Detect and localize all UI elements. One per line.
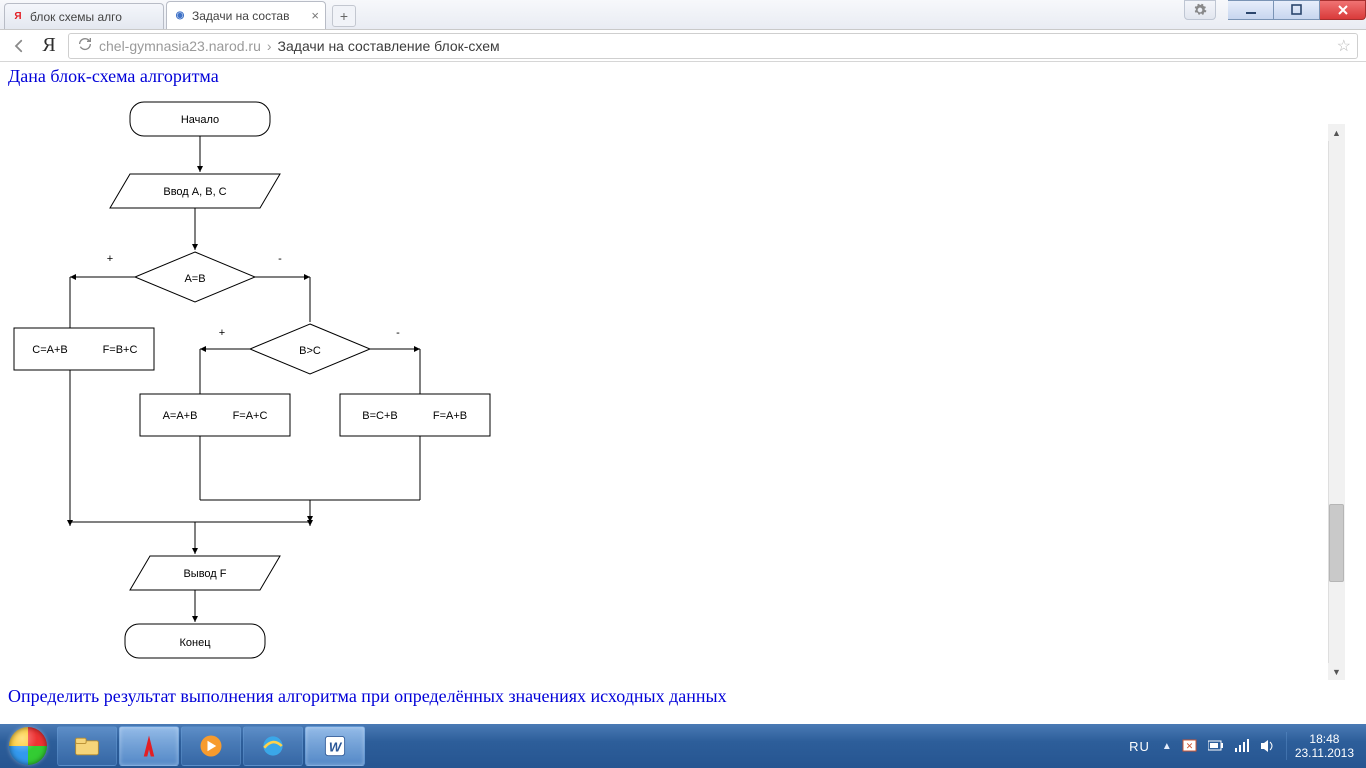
svg-text:-: -	[278, 253, 282, 265]
maximize-button[interactable]	[1274, 0, 1320, 20]
scrollbar-thumb[interactable]	[1329, 504, 1344, 582]
url-title: Задачи на составление блок-схем	[278, 38, 500, 54]
svg-text:-: -	[396, 327, 400, 339]
window-close-button[interactable]	[1320, 0, 1366, 20]
new-tab-button[interactable]: +	[332, 5, 356, 27]
settings-button[interactable]	[1184, 0, 1216, 20]
taskbar-media-player[interactable]	[181, 726, 241, 766]
minimize-button[interactable]	[1228, 0, 1274, 20]
address-bar: Я chel-gymnasia23.narod.ru › Задачи на с…	[0, 30, 1366, 62]
tray-overflow-icon[interactable]: ▲	[1162, 741, 1172, 752]
svg-text:C=A+B: C=A+B	[32, 344, 67, 356]
page-heading-2: Определить результат выполнения алгоритм…	[0, 682, 735, 711]
yandex-home-button[interactable]: Я	[38, 34, 60, 57]
tab-title: блок схемы алго	[30, 10, 157, 24]
svg-text:Начало: Начало	[181, 114, 219, 126]
bookmark-star-icon[interactable]: ☆	[1337, 36, 1351, 56]
tab-title: Задачи на состав	[192, 9, 306, 23]
svg-text:F=A+B: F=A+B	[433, 410, 467, 422]
system-tray: RU ▲ ✕ 18:48 23.11.2013	[1125, 724, 1366, 768]
reload-icon[interactable]	[77, 36, 93, 55]
page-viewport: Дана блок-схема алгоритма Начало Ввод A,…	[0, 62, 1345, 724]
network-icon[interactable]	[1234, 738, 1250, 754]
action-center-icon[interactable]: ✕	[1182, 738, 1198, 754]
taskbar-internet-explorer[interactable]	[243, 726, 303, 766]
taskbar-explorer[interactable]	[57, 726, 117, 766]
vertical-scrollbar[interactable]: ▲ ▼	[1328, 124, 1345, 680]
taskbar-yandex-browser[interactable]	[119, 726, 179, 766]
svg-text:F=B+C: F=B+C	[103, 344, 138, 356]
svg-text:Вывод F: Вывод F	[183, 568, 226, 580]
svg-text:+: +	[219, 327, 225, 339]
svg-text:✕: ✕	[1186, 741, 1194, 751]
address-field[interactable]: chel-gymnasia23.narod.ru › Задачи на сос…	[68, 33, 1358, 59]
tab-inactive-0[interactable]: Я блок схемы алго	[4, 3, 164, 29]
svg-text:B>C: B>C	[299, 345, 321, 357]
favicon-page: ◉	[173, 9, 187, 23]
breadcrumb-separator: ›	[267, 38, 272, 54]
back-button[interactable]	[8, 35, 30, 57]
scroll-down-icon[interactable]: ▼	[1328, 663, 1345, 680]
svg-text:A=A+B: A=A+B	[163, 410, 198, 422]
clock-date: 23.11.2013	[1295, 746, 1354, 760]
windows-taskbar: W RU ▲ ✕ 18:48 23.11.2013	[0, 724, 1366, 768]
taskbar-clock[interactable]: 18:48 23.11.2013	[1286, 732, 1362, 760]
svg-text:Ввод A, B, C: Ввод A, B, C	[163, 186, 226, 198]
svg-text:Конец: Конец	[179, 637, 211, 649]
battery-icon[interactable]	[1208, 738, 1224, 754]
svg-text:F=A+C: F=A+C	[233, 410, 268, 422]
browser-tabstrip: Я блок схемы алго ◉ Задачи на состав × +	[0, 0, 1366, 30]
svg-text:A=B: A=B	[184, 273, 205, 285]
favicon-yandex: Я	[11, 10, 25, 24]
window-controls	[1184, 0, 1366, 20]
language-indicator[interactable]: RU	[1129, 739, 1150, 754]
svg-text:W: W	[329, 739, 343, 754]
start-button[interactable]	[0, 724, 56, 768]
volume-icon[interactable]	[1260, 738, 1276, 754]
svg-text:+: +	[107, 253, 113, 265]
tab-active[interactable]: ◉ Задачи на состав ×	[166, 1, 326, 29]
url-domain: chel-gymnasia23.narod.ru	[99, 38, 261, 54]
taskbar-word[interactable]: W	[305, 726, 365, 766]
page-heading-1: Дана блок-схема алгоритма	[0, 62, 1345, 91]
tab-close-icon[interactable]: ×	[311, 8, 319, 23]
windows-orb-icon	[9, 727, 47, 765]
scroll-up-icon[interactable]: ▲	[1328, 124, 1345, 141]
clock-time: 18:48	[1295, 732, 1354, 746]
flowchart-diagram: Начало Ввод A, B, C A=B + - C=A+B F=B+C …	[0, 92, 520, 724]
svg-text:B=C+B: B=C+B	[362, 410, 397, 422]
